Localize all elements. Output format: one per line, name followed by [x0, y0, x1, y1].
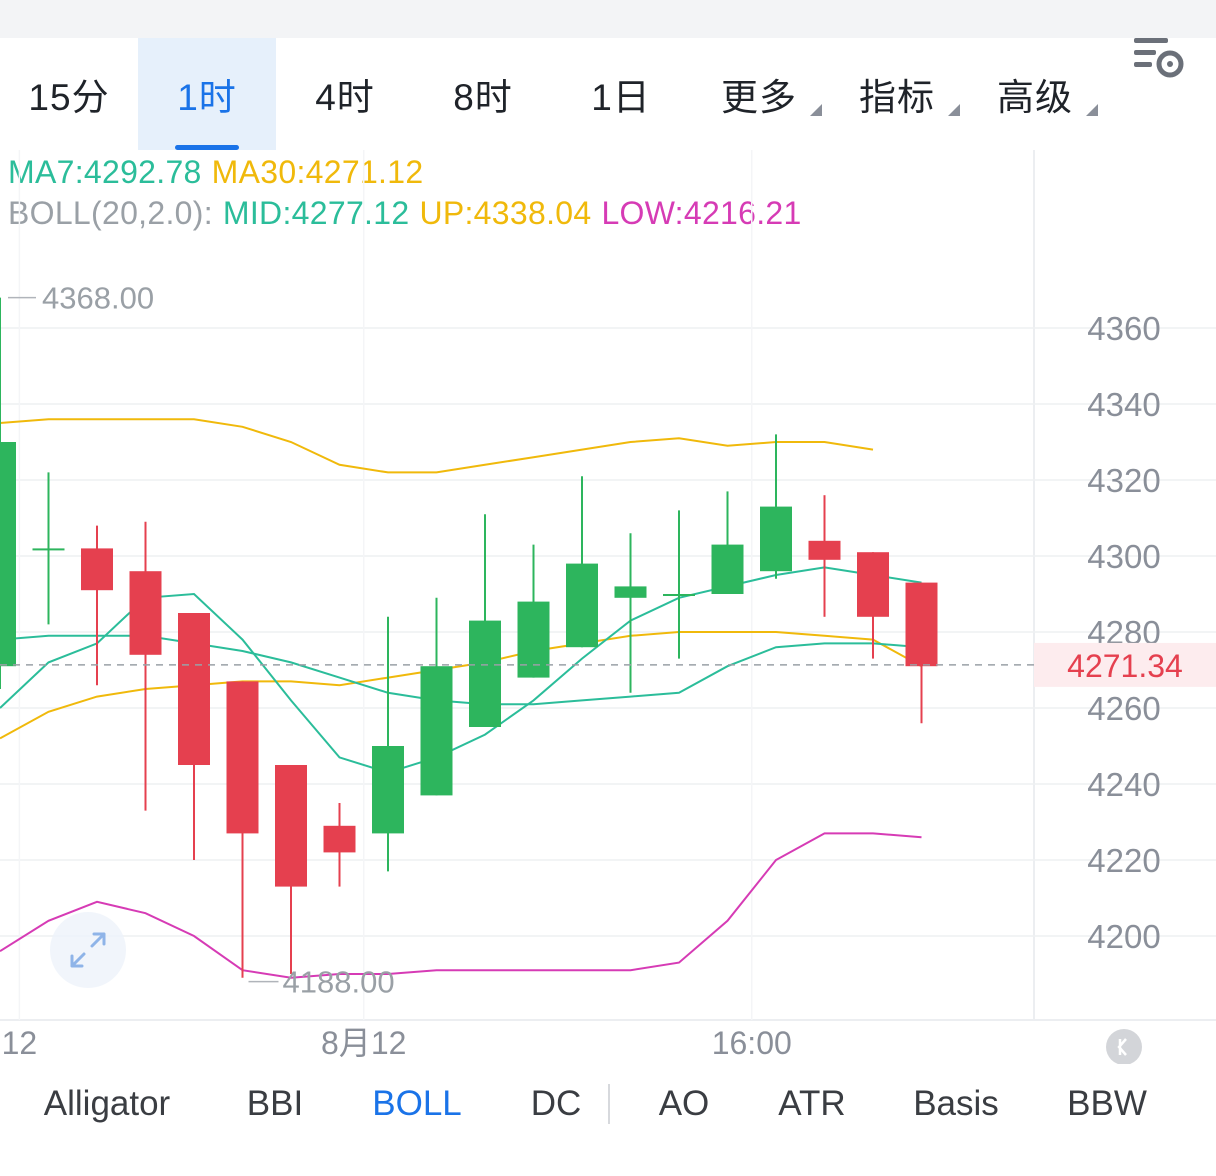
scroll-to-latest-icon[interactable]	[1106, 1029, 1142, 1064]
y-tick-label: 4360	[1087, 310, 1160, 347]
candle-down[interactable]	[81, 548, 113, 591]
y-tick-label: 4220	[1087, 842, 1160, 879]
dropdown-corner-icon	[810, 104, 822, 116]
candle-up[interactable]	[420, 666, 453, 796]
tab-label: 1日	[591, 77, 651, 118]
y-tick-label: 4260	[1087, 690, 1160, 727]
boll-lower-band	[0, 832, 922, 979]
boll-upper-band	[0, 418, 874, 474]
candle-up[interactable]	[372, 746, 404, 834]
candle-down[interactable]	[323, 825, 356, 853]
candle-down[interactable]	[129, 571, 162, 655]
tab-label: 1时	[177, 77, 237, 118]
tab-timeframe[interactable]: 8时	[414, 38, 552, 150]
indicator-bar: Alligator BBI BOLL DC AO ATR Basis BBW	[0, 1064, 1216, 1144]
tab-label: 8时	[453, 77, 513, 118]
y-tick-label: 4340	[1087, 386, 1160, 423]
candle-up[interactable]	[614, 586, 647, 598]
y-tick-label: 4300	[1087, 538, 1160, 575]
candle-up[interactable]	[663, 594, 695, 596]
candle-down[interactable]	[808, 540, 841, 560]
dropdown-corner-icon	[948, 104, 960, 116]
candle-down[interactable]	[178, 613, 210, 765]
x-tick-label: 8月12	[321, 1025, 406, 1061]
tab-timeframe[interactable]: 15分	[0, 38, 138, 150]
candle-up[interactable]	[566, 563, 598, 648]
chart-settings-icon[interactable]	[1128, 32, 1188, 82]
indicator-tab[interactable]: Alligator	[17, 1064, 197, 1144]
tab-timeframe[interactable]: 更多	[690, 38, 828, 150]
candle-up[interactable]	[760, 506, 792, 572]
dropdown-corner-icon	[1086, 104, 1098, 116]
high-price-label: 4368.00	[42, 281, 154, 316]
candle-up[interactable]	[32, 548, 65, 551]
tab-timeframe[interactable]: 1时	[138, 38, 276, 150]
tab-label: 4时	[315, 77, 375, 118]
indicator-tab[interactable]: BBW	[1017, 1064, 1197, 1144]
tab-label: 指标	[859, 77, 935, 118]
candle-up[interactable]	[711, 544, 744, 594]
x-tick-label: 12	[2, 1025, 38, 1061]
tab-label: 高级	[997, 77, 1073, 118]
y-tick-label: 4200	[1087, 918, 1160, 955]
last-price-label: 4271.34	[1067, 648, 1183, 684]
tab-label: 15分	[28, 77, 110, 118]
candlestick-chart[interactable]: 4360434043204300428042604240422042004271…	[0, 150, 1216, 1064]
candle-down[interactable]	[226, 681, 259, 834]
x-tick-label: 16:00	[712, 1025, 792, 1061]
low-price-label: 4188.00	[283, 965, 395, 1000]
tab-timeframe[interactable]: 4时	[276, 38, 414, 150]
candle-up[interactable]	[517, 601, 550, 678]
expand-icon[interactable]	[50, 912, 126, 988]
tab-timeframe[interactable]: 高级	[966, 38, 1104, 150]
timeframe-tab-bar: 15分 1时 4时 8时 1日 更多 指标 高级	[0, 38, 1216, 150]
tab-timeframe[interactable]: 指标	[828, 38, 966, 150]
y-tick-label: 4240	[1087, 766, 1160, 803]
candle-down[interactable]	[905, 582, 938, 667]
candle-up[interactable]	[469, 620, 501, 727]
candle-down[interactable]	[857, 552, 889, 617]
candle-down[interactable]	[275, 765, 307, 887]
y-tick-label: 4320	[1087, 462, 1160, 499]
tab-label: 更多	[721, 77, 797, 118]
candle-up[interactable]	[0, 442, 16, 667]
tab-timeframe[interactable]: 1日	[552, 38, 690, 150]
top-status-strip	[0, 0, 1216, 38]
